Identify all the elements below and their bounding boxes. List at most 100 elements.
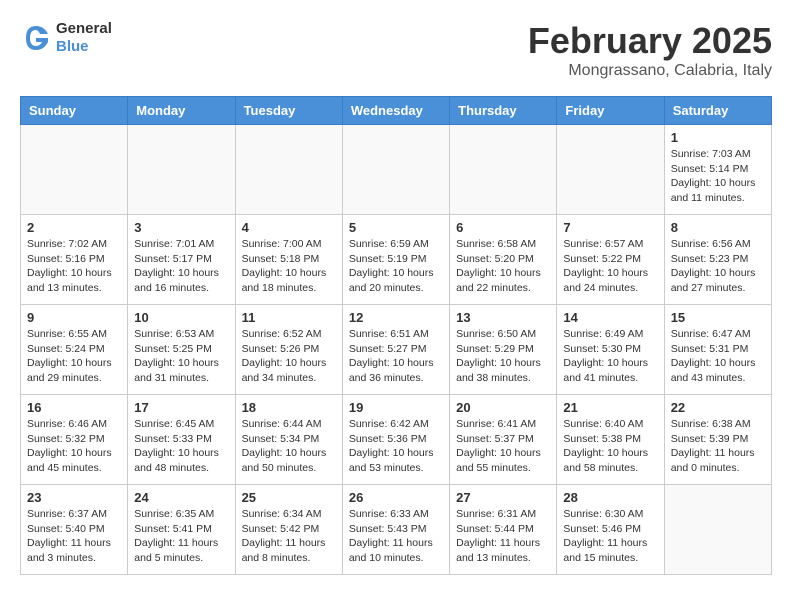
calendar-cell: 18 Sunrise: 6:44 AM Sunset: 5:34 PM Dayli… bbox=[235, 395, 342, 485]
day-info: Sunrise: 6:42 AM Sunset: 5:36 PM Dayligh… bbox=[349, 417, 443, 476]
calendar-cell: 5Sunrise: 6:59 AM Sunset: 5:19 PM Daylig… bbox=[342, 215, 449, 305]
calendar-cell bbox=[235, 125, 342, 215]
day-info: Sunrise: 7:00 AM Sunset: 5:18 PM Dayligh… bbox=[242, 237, 336, 296]
calendar-cell: 8 Sunrise: 6:56 AM Sunset: 5:23 PM Daylig… bbox=[664, 215, 771, 305]
calendar-cell: 26 Sunrise: 6:33 AM Sunset: 5:43 PM Dayli… bbox=[342, 485, 449, 575]
day-info: Sunrise: 6:58 AM Sunset: 5:20 PM Dayligh… bbox=[456, 237, 550, 296]
calendar-cell: 23 Sunrise: 6:37 AM Sunset: 5:40 PM Dayli… bbox=[21, 485, 128, 575]
day-info: Sunrise: 6:55 AM Sunset: 5:24 PM Dayligh… bbox=[27, 327, 121, 386]
day-number: 9 bbox=[27, 310, 121, 325]
day-number: 26 bbox=[349, 490, 443, 505]
calendar-cell: 16 Sunrise: 6:46 AM Sunset: 5:32 PM Dayli… bbox=[21, 395, 128, 485]
calendar-cell: 13Sunrise: 6:50 AM Sunset: 5:29 PM Dayli… bbox=[450, 305, 557, 395]
day-info: Sunrise: 6:57 AM Sunset: 5:22 PM Dayligh… bbox=[563, 237, 657, 296]
calendar-cell bbox=[21, 125, 128, 215]
week-row-0: 1 Sunrise: 7:03 AM Sunset: 5:14 PM Daylig… bbox=[21, 125, 772, 215]
day-number: 8 bbox=[671, 220, 765, 235]
calendar-cell: 3Sunrise: 7:01 AM Sunset: 5:17 PM Daylig… bbox=[128, 215, 235, 305]
calendar-cell: 21 Sunrise: 6:40 AM Sunset: 5:38 PM Dayli… bbox=[557, 395, 664, 485]
week-row-1: 2Sunrise: 7:02 AM Sunset: 5:16 PM Daylig… bbox=[21, 215, 772, 305]
day-number: 10 bbox=[134, 310, 228, 325]
day-info: Sunrise: 6:52 AM Sunset: 5:26 PM Dayligh… bbox=[242, 327, 336, 386]
calendar-body: 1 Sunrise: 7:03 AM Sunset: 5:14 PM Daylig… bbox=[21, 125, 772, 575]
day-info: Sunrise: 6:47 AM Sunset: 5:31 PM Dayligh… bbox=[671, 327, 765, 386]
day-number: 5 bbox=[349, 220, 443, 235]
day-number: 16 bbox=[27, 400, 121, 415]
calendar: SundayMondayTuesdayWednesdayThursdayFrid… bbox=[20, 96, 772, 575]
calendar-cell: 25 Sunrise: 6:34 AM Sunset: 5:42 PM Dayli… bbox=[235, 485, 342, 575]
day-info: Sunrise: 6:34 AM Sunset: 5:42 PM Dayligh… bbox=[242, 507, 336, 566]
calendar-cell: 2Sunrise: 7:02 AM Sunset: 5:16 PM Daylig… bbox=[21, 215, 128, 305]
calendar-cell: 19 Sunrise: 6:42 AM Sunset: 5:36 PM Dayli… bbox=[342, 395, 449, 485]
day-number: 14 bbox=[563, 310, 657, 325]
week-row-3: 16 Sunrise: 6:46 AM Sunset: 5:32 PM Dayli… bbox=[21, 395, 772, 485]
calendar-cell: 15 Sunrise: 6:47 AM Sunset: 5:31 PM Dayli… bbox=[664, 305, 771, 395]
day-number: 20 bbox=[456, 400, 550, 415]
day-number: 13 bbox=[456, 310, 550, 325]
calendar-cell bbox=[557, 125, 664, 215]
weekday-header-monday: Monday bbox=[128, 97, 235, 125]
day-info: Sunrise: 6:51 AM Sunset: 5:27 PM Dayligh… bbox=[349, 327, 443, 386]
weekday-header-friday: Friday bbox=[557, 97, 664, 125]
day-info: Sunrise: 6:35 AM Sunset: 5:41 PM Dayligh… bbox=[134, 507, 228, 566]
calendar-cell: 9 Sunrise: 6:55 AM Sunset: 5:24 PM Daylig… bbox=[21, 305, 128, 395]
day-info: Sunrise: 6:33 AM Sunset: 5:43 PM Dayligh… bbox=[349, 507, 443, 566]
week-row-4: 23 Sunrise: 6:37 AM Sunset: 5:40 PM Dayli… bbox=[21, 485, 772, 575]
day-number: 25 bbox=[242, 490, 336, 505]
day-info: Sunrise: 6:56 AM Sunset: 5:23 PM Dayligh… bbox=[671, 237, 765, 296]
day-info: Sunrise: 6:46 AM Sunset: 5:32 PM Dayligh… bbox=[27, 417, 121, 476]
calendar-cell: 28 Sunrise: 6:30 AM Sunset: 5:46 PM Dayli… bbox=[557, 485, 664, 575]
calendar-cell: 24 Sunrise: 6:35 AM Sunset: 5:41 PM Dayli… bbox=[128, 485, 235, 575]
logo-svg bbox=[20, 22, 52, 54]
day-info: Sunrise: 6:53 AM Sunset: 5:25 PM Dayligh… bbox=[134, 327, 228, 386]
calendar-cell bbox=[128, 125, 235, 215]
day-number: 4 bbox=[242, 220, 336, 235]
calendar-cell bbox=[664, 485, 771, 575]
calendar-cell: 4 Sunrise: 7:00 AM Sunset: 5:18 PM Daylig… bbox=[235, 215, 342, 305]
day-number: 21 bbox=[563, 400, 657, 415]
day-number: 11 bbox=[242, 310, 336, 325]
calendar-cell: 27 Sunrise: 6:31 AM Sunset: 5:44 PM Dayli… bbox=[450, 485, 557, 575]
day-number: 18 bbox=[242, 400, 336, 415]
day-number: 28 bbox=[563, 490, 657, 505]
day-number: 6 bbox=[456, 220, 550, 235]
calendar-cell: 22Sunrise: 6:38 AM Sunset: 5:39 PM Dayli… bbox=[664, 395, 771, 485]
day-info: Sunrise: 6:41 AM Sunset: 5:37 PM Dayligh… bbox=[456, 417, 550, 476]
weekday-header-wednesday: Wednesday bbox=[342, 97, 449, 125]
calendar-cell: 1 Sunrise: 7:03 AM Sunset: 5:14 PM Daylig… bbox=[664, 125, 771, 215]
weekday-header-sunday: Sunday bbox=[21, 97, 128, 125]
day-number: 24 bbox=[134, 490, 228, 505]
header: General Blue February 2025 Mongrassano, … bbox=[20, 20, 772, 80]
day-number: 23 bbox=[27, 490, 121, 505]
day-info: Sunrise: 6:37 AM Sunset: 5:40 PM Dayligh… bbox=[27, 507, 121, 566]
day-number: 22 bbox=[671, 400, 765, 415]
calendar-cell bbox=[450, 125, 557, 215]
title-area: February 2025 Mongrassano, Calabria, Ita… bbox=[528, 20, 772, 80]
logo-text: General Blue bbox=[56, 20, 112, 56]
calendar-cell: 10 Sunrise: 6:53 AM Sunset: 5:25 PM Dayli… bbox=[128, 305, 235, 395]
day-info: Sunrise: 7:02 AM Sunset: 5:16 PM Dayligh… bbox=[27, 237, 121, 296]
day-info: Sunrise: 6:45 AM Sunset: 5:33 PM Dayligh… bbox=[134, 417, 228, 476]
calendar-cell: 20 Sunrise: 6:41 AM Sunset: 5:37 PM Dayli… bbox=[450, 395, 557, 485]
day-info: Sunrise: 7:03 AM Sunset: 5:14 PM Dayligh… bbox=[671, 147, 765, 206]
calendar-cell: 6 Sunrise: 6:58 AM Sunset: 5:20 PM Daylig… bbox=[450, 215, 557, 305]
calendar-cell: 14 Sunrise: 6:49 AM Sunset: 5:30 PM Dayli… bbox=[557, 305, 664, 395]
day-info: Sunrise: 6:31 AM Sunset: 5:44 PM Dayligh… bbox=[456, 507, 550, 566]
calendar-cell: 7Sunrise: 6:57 AM Sunset: 5:22 PM Daylig… bbox=[557, 215, 664, 305]
calendar-cell: 12Sunrise: 6:51 AM Sunset: 5:27 PM Dayli… bbox=[342, 305, 449, 395]
month-title: February 2025 bbox=[528, 20, 772, 62]
calendar-cell: 17Sunrise: 6:45 AM Sunset: 5:33 PM Dayli… bbox=[128, 395, 235, 485]
weekday-header-tuesday: Tuesday bbox=[235, 97, 342, 125]
day-number: 15 bbox=[671, 310, 765, 325]
location-title: Mongrassano, Calabria, Italy bbox=[528, 62, 772, 80]
day-info: Sunrise: 6:30 AM Sunset: 5:46 PM Dayligh… bbox=[563, 507, 657, 566]
day-info: Sunrise: 6:49 AM Sunset: 5:30 PM Dayligh… bbox=[563, 327, 657, 386]
logo: General Blue bbox=[20, 20, 112, 56]
day-number: 19 bbox=[349, 400, 443, 415]
day-number: 1 bbox=[671, 130, 765, 145]
day-info: Sunrise: 7:01 AM Sunset: 5:17 PM Dayligh… bbox=[134, 237, 228, 296]
weekday-header-row: SundayMondayTuesdayWednesdayThursdayFrid… bbox=[21, 97, 772, 125]
day-info: Sunrise: 6:44 AM Sunset: 5:34 PM Dayligh… bbox=[242, 417, 336, 476]
day-number: 27 bbox=[456, 490, 550, 505]
day-info: Sunrise: 6:40 AM Sunset: 5:38 PM Dayligh… bbox=[563, 417, 657, 476]
